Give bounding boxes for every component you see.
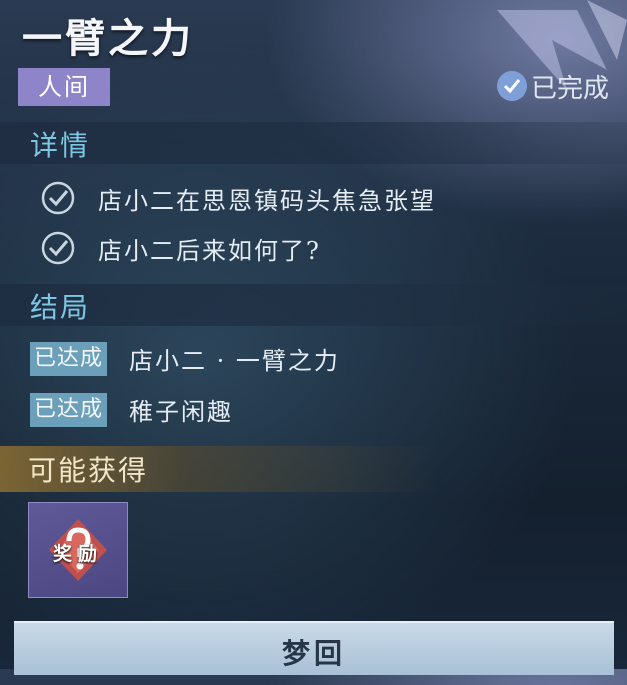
ending-item: 已达成 稚子闲趣 — [30, 392, 233, 427]
achieved-badge: 已达成 — [30, 392, 108, 427]
ending-text: 稚子闲趣 — [129, 398, 234, 426]
status-text: 已完成 — [530, 73, 609, 104]
check-circle-icon — [41, 231, 75, 265]
ending-item: 已达成 店小二 · 一臂之力 — [30, 341, 340, 376]
status-badge: 已完成 — [496, 68, 609, 104]
check-circle-icon — [41, 181, 75, 215]
ending-text: 店小二 · 一臂之力 — [129, 347, 340, 375]
detail-item: 店小二在思恩镇码头焦急张望 — [40, 180, 436, 216]
achieved-badge: 已达成 — [30, 341, 108, 376]
rewards-heading: 可能获得 — [28, 454, 149, 487]
reward-label: 奖励 — [52, 543, 103, 565]
region-tag: 人间 — [18, 68, 110, 106]
detail-item: 店小二后来如何了? — [40, 230, 321, 266]
details-header-bar — [0, 122, 627, 164]
detail-text: 店小二后来如何了? — [98, 236, 321, 265]
check-circle-icon — [496, 71, 527, 101]
dream-return-button[interactable]: 梦回 — [14, 621, 614, 675]
details-heading: 详情 — [30, 129, 91, 162]
quest-title: 一臂之力 — [22, 15, 194, 62]
reward-item[interactable]: 奖励 — [28, 502, 128, 598]
endings-header-bar — [0, 284, 627, 326]
detail-text: 店小二在思恩镇码头焦急张望 — [98, 186, 436, 215]
endings-heading: 结局 — [30, 291, 91, 324]
